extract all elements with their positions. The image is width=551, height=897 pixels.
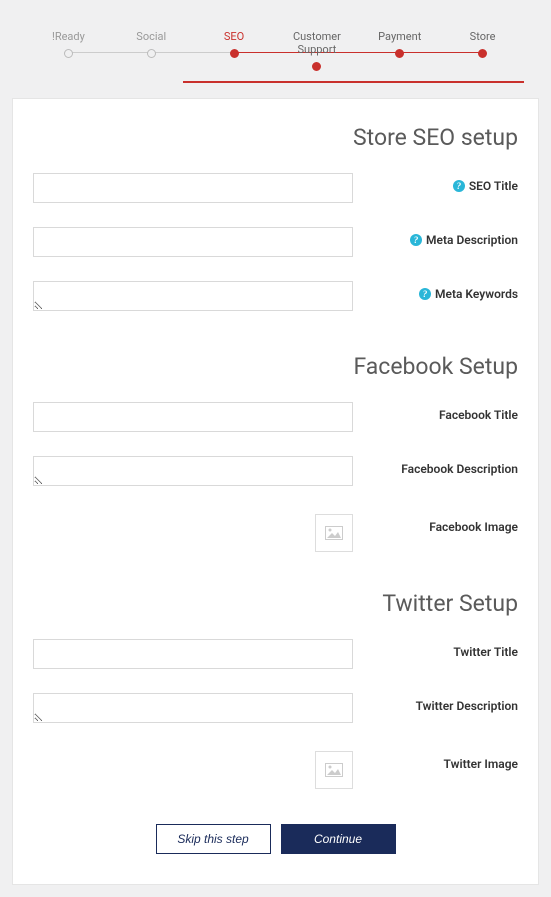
step-ready[interactable]: !Ready — [27, 30, 110, 71]
step-label: Social — [136, 30, 166, 43]
field-seo-title: ? SEO Title — [33, 173, 518, 203]
field-meta-keywords: ? Meta Keywords — [33, 281, 518, 315]
field-facebook-image: Facebook Image — [33, 514, 518, 552]
skip-button[interactable]: Skip this step — [156, 824, 271, 854]
image-icon — [325, 763, 343, 777]
twitter-title-input[interactable] — [33, 639, 353, 669]
step-dot-icon — [64, 49, 73, 58]
step-payment[interactable]: Payment — [358, 30, 441, 71]
field-label-text: Facebook Title — [439, 408, 518, 422]
field-meta-description: ? Meta Description — [33, 227, 518, 257]
facebook-description-input[interactable] — [33, 456, 353, 486]
image-icon — [325, 526, 343, 540]
seo-title-input[interactable] — [33, 173, 353, 203]
twitter-image-upload[interactable] — [315, 751, 353, 789]
stepper-underline — [183, 81, 524, 83]
field-label-text: Facebook Image — [429, 520, 518, 534]
wizard-stepper: !Ready Social SEO Customer Support Payme… — [27, 12, 524, 81]
field-facebook-description: Facebook Description — [33, 456, 518, 490]
section-title-seo: Store SEO setup — [33, 124, 518, 151]
field-label-text: Twitter Description — [416, 699, 518, 713]
step-dot-icon — [230, 49, 239, 58]
facebook-image-upload[interactable] — [315, 514, 353, 552]
step-dot-icon — [147, 49, 156, 58]
field-twitter-image: Twitter Image — [33, 751, 518, 789]
button-row: Skip this step Continue — [33, 824, 518, 854]
meta-description-input[interactable] — [33, 227, 353, 257]
step-label: !Ready — [52, 30, 85, 43]
step-label: Store — [470, 30, 496, 43]
field-label-text: Facebook Description — [401, 462, 518, 476]
meta-keywords-input[interactable] — [33, 281, 353, 311]
step-dot-icon — [395, 49, 404, 58]
help-icon[interactable]: ? — [419, 288, 431, 300]
section-title-twitter: Twitter Setup — [33, 590, 518, 617]
field-label-text: Meta Keywords — [435, 287, 518, 301]
step-dot-icon — [478, 49, 487, 58]
step-store[interactable]: Store — [441, 30, 524, 71]
step-customer-support[interactable]: Customer Support — [275, 30, 358, 71]
section-title-facebook: Facebook Setup — [33, 353, 518, 380]
help-icon[interactable]: ? — [410, 234, 422, 246]
field-twitter-description: Twitter Description — [33, 693, 518, 727]
step-label: Customer Support — [275, 30, 358, 56]
step-label: Payment — [378, 30, 421, 43]
field-facebook-title: Facebook Title — [33, 402, 518, 432]
facebook-title-input[interactable] — [33, 402, 353, 432]
field-label-text: Twitter Image — [444, 757, 518, 771]
continue-button[interactable]: Continue — [281, 824, 396, 854]
field-label-text: Twitter Title — [453, 645, 518, 659]
twitter-description-input[interactable] — [33, 693, 353, 723]
field-twitter-title: Twitter Title — [33, 639, 518, 669]
field-label-text: Meta Description — [426, 233, 518, 247]
help-icon[interactable]: ? — [453, 180, 465, 192]
step-label: SEO — [224, 30, 244, 43]
form-card: Store SEO setup ? SEO Title ? Meta Descr… — [12, 98, 539, 885]
step-social[interactable]: Social — [110, 30, 193, 71]
step-seo[interactable]: SEO — [193, 30, 276, 71]
step-dot-icon — [312, 62, 321, 71]
field-label-text: SEO Title — [469, 179, 518, 193]
